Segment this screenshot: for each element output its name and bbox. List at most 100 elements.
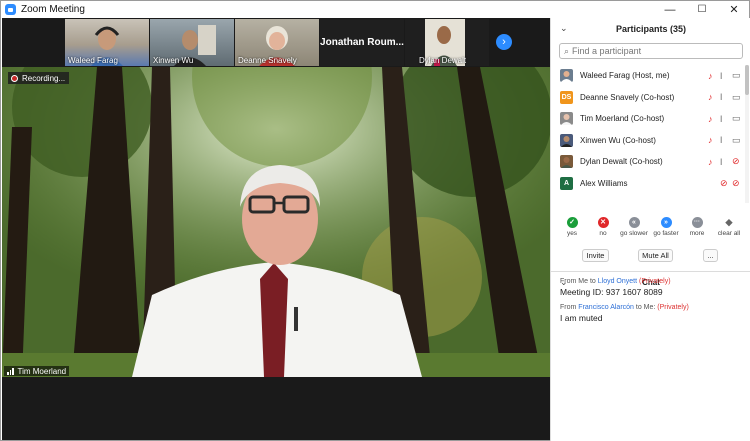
microphone-icon[interactable]: ǀ bbox=[720, 157, 722, 167]
chat-message-meta: From Me to Lloyd Onyett (Privately) bbox=[560, 278, 671, 285]
eraser-icon: ◆ bbox=[725, 217, 733, 227]
chat-sender[interactable]: Francisco Alarcón bbox=[578, 304, 634, 311]
gallery-tile[interactable]: Waleed Farag bbox=[65, 19, 149, 66]
avatar: A bbox=[560, 176, 573, 190]
recording-indicator[interactable]: Recording... bbox=[8, 72, 70, 84]
checkmark-icon: ✓ bbox=[566, 217, 578, 228]
chat-recipient: to Me: bbox=[635, 304, 656, 311]
microphone-icon[interactable]: ǀ bbox=[720, 135, 722, 145]
recording-label: Recording... bbox=[22, 73, 66, 83]
avatar bbox=[560, 155, 573, 169]
no-reaction-button[interactable]: ✕ no bbox=[586, 217, 620, 237]
invite-button[interactable]: Invite bbox=[582, 249, 609, 262]
nonverbal-feedback-bar: ✓ yes ✕ no « go slower » go faster ··· m… bbox=[551, 217, 750, 245]
participant-row[interactable]: Tim Moerland (Co-host) ♪ ǀ ▭ bbox=[551, 108, 744, 130]
go-slower-button[interactable]: « go slower bbox=[617, 217, 651, 237]
chevron-right-icon: › bbox=[502, 36, 506, 48]
cross-icon: ✕ bbox=[597, 217, 609, 228]
window-title: Zoom Meeting bbox=[21, 4, 85, 15]
gallery-name: Xinwen Wu bbox=[153, 56, 194, 65]
fast-forward-icon: » bbox=[660, 217, 672, 228]
participant-name: Alex Williams bbox=[580, 178, 628, 188]
active-speaker-video: Recording... Tim Moerland bbox=[2, 67, 550, 377]
video-camera-icon[interactable]: ▭ bbox=[732, 70, 741, 81]
gallery-tile[interactable]: Xinwen Wu bbox=[150, 19, 234, 66]
chat-message-text: I am muted bbox=[560, 313, 603, 323]
microphone-icon[interactable]: ǀ bbox=[720, 71, 722, 81]
gallery-tile[interactable]: Jonathan Roum... bbox=[320, 19, 404, 66]
panel-divider bbox=[551, 271, 750, 272]
search-icon: ⌕ bbox=[564, 45, 570, 56]
gallery-name: Deanne Snavely bbox=[238, 56, 297, 65]
more-reactions-button[interactable]: ··· more bbox=[680, 217, 714, 237]
gallery-name: Waleed Farag bbox=[68, 56, 118, 65]
microphone-icon[interactable]: ǀ bbox=[720, 114, 722, 124]
next-page-button[interactable]: › bbox=[496, 34, 512, 50]
unmuted-mic-icon[interactable]: ♪ bbox=[708, 157, 713, 167]
participant-row[interactable]: Dylan Dewalt (Co-host) ♪ ǀ ⊘ bbox=[551, 151, 744, 173]
video-camera-icon[interactable]: ▭ bbox=[732, 135, 741, 146]
participant-name: Dylan Dewalt (Co-host) bbox=[580, 157, 663, 167]
video-camera-icon[interactable]: ▭ bbox=[732, 113, 741, 124]
close-button[interactable]: ✕ bbox=[719, 1, 749, 18]
reaction-label: go slower bbox=[620, 230, 648, 237]
reaction-label: more bbox=[689, 230, 705, 237]
participants-title: Participants (35) bbox=[615, 24, 687, 34]
title-bar: Zoom Meeting — ☐ ✕ bbox=[1, 1, 749, 18]
gallery-name: Dylan Dewalt bbox=[419, 56, 467, 65]
yes-reaction-button[interactable]: ✓ yes bbox=[555, 217, 589, 237]
reaction-label: yes bbox=[566, 230, 578, 237]
clear-all-button[interactable]: ◆ clear all bbox=[712, 217, 746, 237]
unmuted-mic-icon[interactable]: ♪ bbox=[708, 92, 713, 102]
participant-row[interactable]: Waleed Farag (Host, me) ♪ ǀ ▭ bbox=[551, 65, 744, 87]
private-tag: (Privately) bbox=[639, 278, 671, 285]
signal-strength-icon bbox=[7, 367, 15, 375]
video-camera-icon[interactable]: ▭ bbox=[732, 92, 741, 103]
chat-sender-prefix: From bbox=[560, 304, 577, 311]
participant-name: Tim Moerland (Co-host) bbox=[580, 114, 665, 124]
participant-name: Waleed Farag (Host, me) bbox=[580, 71, 670, 81]
unmuted-mic-icon[interactable]: ♪ bbox=[708, 114, 713, 124]
gallery-strip: Waleed Farag Xinwen Wu Deanne Snavely Jo… bbox=[2, 18, 550, 66]
private-tag: (Privately) bbox=[657, 304, 689, 311]
avatar bbox=[560, 133, 573, 147]
chat-recipient[interactable]: Lloyd Onyett bbox=[598, 278, 637, 285]
avatar bbox=[560, 112, 573, 126]
speaker-video-frame bbox=[2, 67, 550, 377]
participants-header: ⌄ Participants (35) bbox=[551, 18, 750, 40]
muted-mic-icon[interactable]: ⊘ bbox=[720, 178, 728, 189]
search-input[interactable] bbox=[572, 46, 733, 56]
zoom-logo-icon bbox=[5, 4, 16, 15]
gallery-tile[interactable]: Deanne Snavely bbox=[235, 19, 319, 66]
participant-row[interactable]: A Alex Williams ⊘ ⊘ bbox=[551, 173, 744, 195]
chat-message-text: Meeting ID: 937 1607 8089 bbox=[560, 287, 663, 297]
participant-name: Deanne Snavely (Co-host) bbox=[580, 92, 675, 102]
mute-all-button[interactable]: Mute All bbox=[638, 249, 673, 262]
participant-row[interactable]: DS Deanne Snavely (Co-host) ♪ ǀ ▭ bbox=[551, 87, 744, 109]
gallery-name: Jonathan Roum... bbox=[320, 37, 404, 48]
speaker-name: Tim Moerland bbox=[17, 366, 67, 376]
collapse-chevron-icon[interactable]: ⌄ bbox=[560, 23, 568, 34]
avatar: DS bbox=[560, 90, 573, 104]
chat-sender: From Me to bbox=[560, 278, 596, 285]
avatar bbox=[560, 69, 573, 83]
maximize-button[interactable]: ☐ bbox=[687, 1, 717, 18]
scrollbar-thumb[interactable] bbox=[745, 65, 749, 95]
participant-name: Xinwen Wu (Co-host) bbox=[580, 135, 656, 145]
unmuted-mic-icon[interactable]: ♪ bbox=[708, 135, 713, 145]
video-off-icon[interactable]: ⊘ bbox=[732, 156, 740, 167]
go-faster-button[interactable]: » go faster bbox=[649, 217, 683, 237]
reaction-label: no bbox=[599, 230, 607, 237]
more-options-button[interactable]: ... bbox=[703, 249, 718, 262]
more-icon: ··· bbox=[691, 217, 703, 228]
record-icon bbox=[11, 74, 18, 82]
participant-row[interactable]: Xinwen Wu (Co-host) ♪ ǀ ▭ bbox=[551, 130, 744, 152]
side-panel: ⌄ Participants (35) ⌕ Waleed Farag (Host… bbox=[550, 18, 750, 441]
minimize-button[interactable]: — bbox=[655, 1, 685, 18]
gallery-tile[interactable]: Dylan Dewalt bbox=[405, 19, 489, 66]
participant-scrollbar[interactable] bbox=[745, 65, 749, 203]
microphone-icon[interactable]: ǀ bbox=[720, 92, 722, 102]
participant-search[interactable]: ⌕ bbox=[559, 43, 743, 59]
video-off-icon[interactable]: ⊘ bbox=[732, 178, 740, 189]
unmuted-mic-icon[interactable]: ♪ bbox=[708, 71, 713, 81]
